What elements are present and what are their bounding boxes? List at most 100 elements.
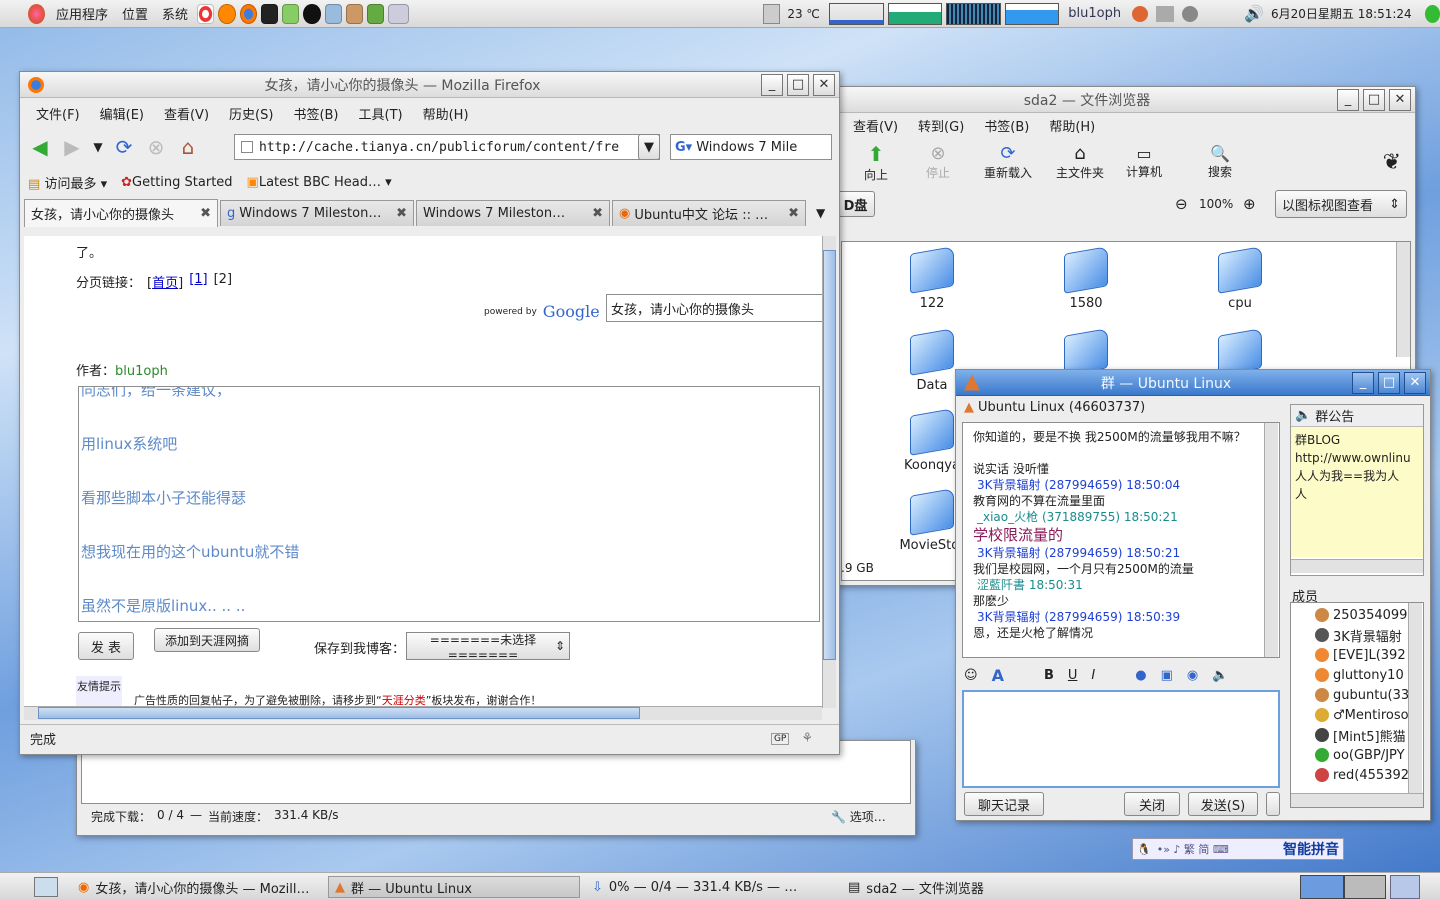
editor-launcher-icon[interactable] <box>282 3 300 24</box>
username[interactable]: blu1oph <box>1061 6 1128 21</box>
forward-button[interactable]: ▶ <box>58 133 86 161</box>
network-launcher-icon[interactable] <box>324 3 342 24</box>
google-engine-icon[interactable]: G▾ <box>675 140 692 155</box>
font-icon[interactable]: A <box>992 666 1004 685</box>
history-dropdown-icon[interactable]: ▼ <box>90 133 106 161</box>
maximize-button[interactable]: □ <box>1363 88 1385 111</box>
book-launcher-icon[interactable] <box>367 3 385 24</box>
workspace-1[interactable] <box>1300 875 1344 899</box>
site-search-input[interactable]: 女孩，请小心你的摄像头 <box>606 294 824 322</box>
stop-button[interactable]: ⊗ 停止 <box>907 143 969 181</box>
reload-button[interactable]: ⟳ 重新载入 <box>969 143 1047 181</box>
member-scrollbar[interactable] <box>1408 603 1422 793</box>
menu-bookmarks[interactable]: 书签(B) <box>283 104 348 123</box>
minimize-button[interactable]: _ <box>761 73 783 96</box>
member-item[interactable]: oo(GBP/JPY <box>1315 745 1423 765</box>
menu-go[interactable]: 转到(G) <box>908 116 974 135</box>
member-item[interactable]: red(455392 <box>1315 765 1423 785</box>
menu-view[interactable]: 查看(V) <box>154 104 219 123</box>
qq-titlebar[interactable]: 群 — Ubuntu Linux _ □ ✕ <box>956 370 1430 396</box>
ubuntu-logo-icon[interactable] <box>28 3 45 24</box>
menu-applications[interactable]: 应用程序 <box>49 4 115 23</box>
show-desktop-button[interactable] <box>34 877 58 897</box>
notify-icons[interactable] <box>1132 5 1199 22</box>
close-tab-icon[interactable]: ✖ <box>588 206 603 221</box>
member-hscrollbar[interactable] <box>1291 793 1423 807</box>
qq-launcher-icon[interactable] <box>303 3 321 24</box>
gp-icon[interactable]: GP <box>770 732 790 745</box>
close-button[interactable]: ✕ <box>1389 88 1411 111</box>
url-bar[interactable]: http://cache.tianya.cn/publicforum/conte… <box>234 134 660 160</box>
menu-system[interactable]: 系统 <box>155 4 195 23</box>
close-tab-icon[interactable]: ✖ <box>392 206 407 221</box>
minimize-button[interactable]: _ <box>1352 371 1374 394</box>
close-button[interactable]: ✕ <box>813 73 835 96</box>
home-button[interactable]: ⌂ 主文件夹 <box>1047 143 1113 181</box>
user-switch-icon[interactable] <box>1424 4 1440 23</box>
page-1-link[interactable]: [1] <box>189 272 207 291</box>
notice-scrollbar[interactable] <box>1291 559 1423 573</box>
menu-tools[interactable]: 工具(T) <box>349 104 413 123</box>
member-item[interactable]: ♂Mentiroso <box>1315 705 1423 725</box>
maximize-button[interactable]: □ <box>787 73 809 96</box>
member-item[interactable]: 3K背景辐射 <box>1315 625 1423 645</box>
close-tab-icon[interactable]: ✖ <box>784 206 799 221</box>
bookmark-bbc-headlines[interactable]: ▣Latest BBC Head… ▾ <box>247 175 392 190</box>
sound-icon[interactable]: 🔈 <box>1212 668 1228 683</box>
folder-item[interactable]: 1580 <box>1046 246 1126 311</box>
menu-edit[interactable]: 编辑(E) <box>90 104 154 123</box>
help-launcher-icon[interactable] <box>197 3 215 24</box>
reload-button[interactable]: ⟳ <box>110 133 138 161</box>
path-button-d[interactable]: D盘 <box>837 191 875 217</box>
bookmark-most-visited[interactable]: ▤ 访问最多 ▾ <box>28 173 107 192</box>
computer-button[interactable]: ▭ 计算机 <box>1113 144 1175 180</box>
workspace-2[interactable] <box>1344 875 1386 899</box>
package-launcher-icon[interactable] <box>345 3 364 24</box>
underline-button[interactable]: U <box>1068 668 1078 683</box>
task-file-browser[interactable]: ▤ sda2 — 文件浏览器 <box>842 876 1092 898</box>
add-bookmark-button[interactable]: 添加到天涯网摘 <box>154 628 260 652</box>
close-tab-icon[interactable]: ✖ <box>196 206 211 221</box>
italic-button[interactable]: I <box>1091 668 1095 683</box>
menu-help[interactable]: 帮助(H) <box>413 104 479 123</box>
member-item[interactable]: 250354099 <box>1315 605 1423 625</box>
menu-file[interactable]: 文件(F) <box>26 104 90 123</box>
member-item[interactable]: gubuntu(33 <box>1315 685 1423 705</box>
member-item[interactable]: [EVE]L(392 <box>1315 645 1423 665</box>
terminal-launcher-icon[interactable] <box>260 3 279 24</box>
search-button[interactable]: 🔍 搜索 <box>1185 144 1255 180</box>
bookmark-getting-started[interactable]: ✿Getting Started <box>121 175 232 190</box>
file-browser-titlebar[interactable]: sda2 — 文件浏览器 _ □ ✕ <box>837 87 1415 113</box>
trash-icon[interactable] <box>1390 875 1420 899</box>
send-options-button[interactable] <box>1266 792 1280 816</box>
tab[interactable]: g Windows 7 Mileston… ✖ <box>220 200 414 226</box>
tab-list-button[interactable]: ▼ <box>816 206 825 220</box>
menu-bookmarks[interactable]: 书签(B) <box>974 116 1039 135</box>
bold-button[interactable]: B <box>1044 668 1054 683</box>
post-button[interactable]: 发 表 <box>78 632 134 660</box>
tab[interactable]: Windows 7 Mileston… ✖ <box>416 200 610 226</box>
tab[interactable]: ◉ Ubuntu中文 论坛 :: … ✖ <box>612 200 806 226</box>
folder-item[interactable]: cpu <box>1200 246 1280 311</box>
stop-button[interactable]: ⊗ <box>142 133 170 161</box>
player-launcher-icon[interactable] <box>388 3 410 24</box>
page-vscrollbar[interactable] <box>822 236 836 708</box>
first-page-link[interactable]: [首页] <box>147 272 183 291</box>
close-chat-button[interactable]: 关闭 <box>1124 792 1180 816</box>
folder-item[interactable]: 122 <box>892 246 972 311</box>
menu-history[interactable]: 历史(S) <box>219 104 283 123</box>
chat-scrollbar[interactable] <box>1264 423 1278 657</box>
up-button[interactable]: ⬆ 向上 <box>845 142 907 183</box>
chat-history-button[interactable]: 聊天记录 <box>964 792 1044 816</box>
zoom-out-icon[interactable]: ⊖ <box>1175 195 1188 213</box>
menu-view[interactable]: 查看(V) <box>843 116 908 135</box>
firefox-titlebar[interactable]: 女孩，请小心你的摄像头 — Mozilla Firefox _ □ ✕ <box>20 72 839 98</box>
emoji-icon[interactable]: ☺ <box>964 668 978 683</box>
media-launcher-icon[interactable] <box>218 3 236 24</box>
task-qq[interactable]: ▲ 群 — Ubuntu Linux <box>328 876 580 898</box>
menu-places[interactable]: 位置 <box>115 4 155 23</box>
reply-textarea[interactable]: 同志们，给一条建议， 用linux系统吧 看那些脚本小子还能得瑟 想我现在用的这… <box>78 386 820 622</box>
member-item[interactable]: [Mint5]熊猫 <box>1315 725 1423 745</box>
menu-help[interactable]: 帮助(H) <box>1039 116 1105 135</box>
close-button[interactable]: ✕ <box>1404 371 1426 394</box>
